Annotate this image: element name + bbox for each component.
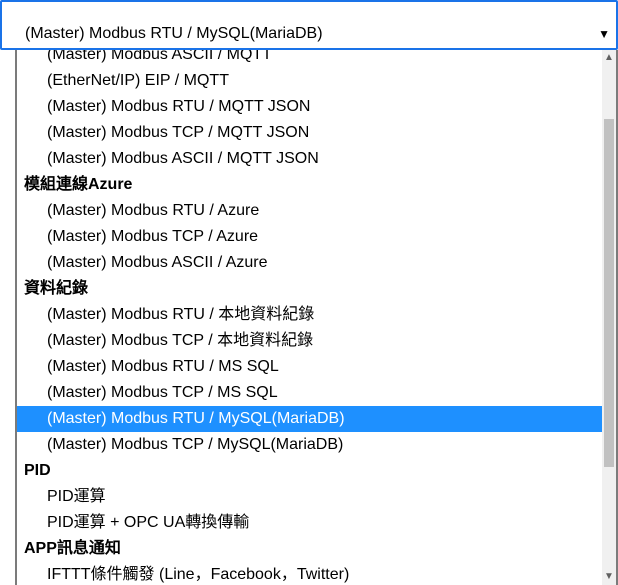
dropdown-option[interactable]: (Master) Modbus ASCII / MQTT bbox=[17, 50, 602, 68]
scroll-thumb[interactable] bbox=[604, 119, 614, 467]
dropdown-option[interactable]: PID運算 bbox=[17, 484, 602, 510]
dropdown-option[interactable]: (Master) Modbus RTU / 本地資料紀錄 bbox=[17, 302, 602, 328]
dropdown-option[interactable]: IFTTT條件觸發 (Line，Facebook，Twitter) bbox=[17, 562, 602, 585]
scroll-down-icon[interactable]: ▼ bbox=[602, 569, 616, 585]
dropdown-options: (Master) Modbus ASCII / MQTT (EtherNet/IP… bbox=[17, 50, 602, 585]
option-group-label: PID bbox=[24, 462, 51, 479]
dropdown-option[interactable]: (Master) Modbus TCP / MS SQL bbox=[17, 380, 602, 406]
dropdown-option[interactable]: (Master) Modbus TCP / MQTT JSON bbox=[17, 120, 602, 146]
dropdown-listbox[interactable]: (Master) Modbus ASCII / MQTT (EtherNet/IP… bbox=[15, 50, 618, 585]
dropdown-option[interactable]: (Master) Modbus TCP / Azure bbox=[17, 224, 602, 250]
dropdown-option[interactable]: (Master) Modbus RTU / MySQL(MariaDB) bbox=[17, 406, 602, 432]
option-group-label: 資料紀錄 bbox=[24, 280, 89, 297]
dropdown-option[interactable]: (Master) Modbus RTU / MS SQL bbox=[17, 354, 602, 380]
scrollbar[interactable]: ▲ ▼ bbox=[602, 50, 616, 585]
chevron-down-icon[interactable]: ▼ bbox=[598, 24, 610, 44]
dropdown-option[interactable]: (Master) Modbus ASCII / Azure bbox=[17, 250, 602, 276]
dropdown-option[interactable]: (Master) Modbus TCP / MySQL(MariaDB) bbox=[17, 432, 602, 458]
dropdown-option[interactable]: (Master) Modbus RTU / Azure bbox=[17, 198, 602, 224]
dropdown-option[interactable]: (Master) Modbus TCP / 本地資料紀錄 bbox=[17, 328, 602, 354]
dropdown-option[interactable]: (Master) Modbus RTU / MQTT JSON bbox=[17, 94, 602, 120]
option-group-label: 模組連線Azure bbox=[24, 176, 133, 193]
dropdown-option[interactable]: (Master) Modbus ASCII / MQTT JSON bbox=[17, 146, 602, 172]
dropdown-option[interactable]: (EtherNet/IP) EIP / MQTT bbox=[17, 68, 602, 94]
select-value: (Master) Modbus RTU / MySQL(MariaDB) bbox=[25, 25, 323, 42]
option-group-label: APP訊息通知 bbox=[24, 540, 121, 557]
scroll-up-icon[interactable]: ▲ bbox=[602, 50, 616, 66]
dropdown-option[interactable]: PID運算 + OPC UA轉換傳輸 bbox=[17, 510, 602, 536]
protocol-select[interactable]: (Master) Modbus RTU / MySQL(MariaDB) ▼ bbox=[0, 0, 618, 50]
